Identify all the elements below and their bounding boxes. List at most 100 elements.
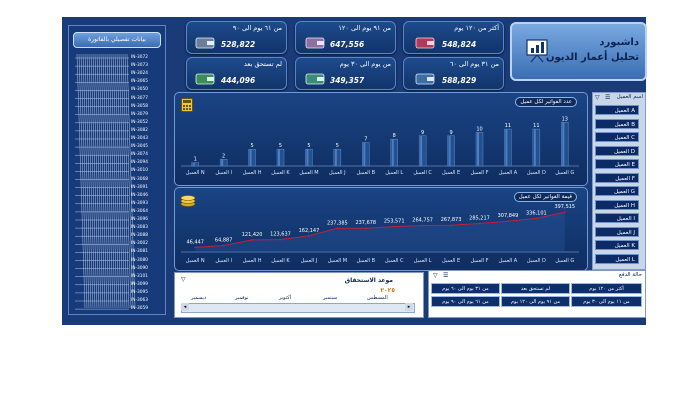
- count-data-label: 9: [421, 130, 424, 136]
- value-point[interactable]: [450, 224, 452, 227]
- invoice-item[interactable]: IN-3024: [131, 71, 148, 76]
- client-option[interactable]: العميل B: [595, 118, 639, 129]
- filter-icon: ▽: [595, 94, 600, 101]
- client-option[interactable]: العميل D: [595, 145, 639, 156]
- status-option[interactable]: من ٣١ يوم الى ٦٠ يوم: [431, 283, 500, 294]
- status-option[interactable]: من ٦١ يوم الى ٩٠ يوم: [431, 296, 500, 307]
- invoice-item[interactable]: IN-3073: [131, 63, 148, 68]
- value-point[interactable]: [478, 222, 481, 225]
- count-bar-highlight: [363, 142, 366, 166]
- count-bar-highlight: [562, 122, 565, 166]
- invoice-item[interactable]: IN-3088: [131, 233, 148, 238]
- month-label[interactable]: ديسمبر: [191, 295, 206, 301]
- scroll-left-button[interactable]: ◂: [181, 303, 189, 311]
- status-option[interactable]: لم تستحق بعد: [501, 283, 570, 294]
- count-category-label: العميل L: [385, 170, 403, 176]
- invoice-item[interactable]: IN-3079: [131, 112, 148, 117]
- count-data-label: 9: [449, 130, 452, 136]
- value-point[interactable]: [393, 225, 396, 228]
- client-option[interactable]: العميل K: [595, 240, 639, 250]
- invoice-item[interactable]: IN-3095: [131, 290, 148, 295]
- kpi-card: من ٦١ يوم الى ٩٠ 528,822: [186, 21, 287, 54]
- count-category-label: العميل G: [555, 170, 574, 176]
- invoice-item[interactable]: IN-3090: [131, 266, 148, 271]
- invoice-item[interactable]: IN-3093: [131, 201, 148, 206]
- invoice-item[interactable]: IN-3064: [131, 209, 148, 214]
- invoice-item[interactable]: IN-3068: [131, 177, 148, 182]
- count-data-label: 10: [476, 126, 482, 132]
- invoice-item[interactable]: IN-3058: [131, 104, 148, 109]
- invoice-item[interactable]: IN-3065: [131, 79, 148, 84]
- client-option[interactable]: العميل E: [595, 159, 639, 169]
- value-point[interactable]: [563, 211, 566, 214]
- invoice-item[interactable]: IN-3050: [131, 87, 148, 92]
- invoice-item[interactable]: IN-3101: [131, 274, 148, 279]
- month-label[interactable]: أكتوبر: [279, 295, 291, 301]
- value-point[interactable]: [535, 217, 538, 220]
- invoice-item[interactable]: IN-3059: [131, 306, 148, 311]
- count-category-label: العميل B: [357, 170, 376, 176]
- invoice-item[interactable]: IN-3074: [131, 152, 148, 157]
- value-point[interactable]: [194, 246, 197, 249]
- invoice-item[interactable]: IN-3063: [131, 298, 148, 303]
- client-option[interactable]: العميل G: [595, 186, 639, 196]
- invoice-item[interactable]: IN-3002: [131, 241, 148, 246]
- invoice-item[interactable]: IN-3045: [131, 144, 148, 149]
- client-option[interactable]: العميل I: [595, 213, 639, 223]
- month-label[interactable]: نوفمبر: [235, 295, 249, 301]
- value-point[interactable]: [364, 227, 367, 230]
- value-point[interactable]: [336, 227, 339, 230]
- count-category-label: العميل A: [499, 170, 518, 176]
- count-bar-highlight: [420, 135, 423, 166]
- month-label[interactable]: المسطس: [367, 295, 388, 301]
- due-date-title: موعد الاستحقاق: [344, 277, 393, 284]
- client-option[interactable]: العميل F: [595, 172, 639, 183]
- invoice-item[interactable]: IN-3072: [131, 55, 148, 60]
- invoice-item[interactable]: IN-3096: [131, 217, 148, 222]
- kpi-value: 588,829: [442, 76, 477, 85]
- invoice-item[interactable]: IN-3077: [131, 96, 148, 101]
- month-label[interactable]: سبتمبر: [323, 295, 337, 301]
- kpi-label: من ٦١ يوم الى ٩٠: [232, 24, 282, 32]
- invoice-item[interactable]: IN-3052: [131, 120, 148, 125]
- invoice-item[interactable]: IN-3081: [131, 249, 148, 254]
- invoice-item[interactable]: IN-3010: [131, 168, 148, 173]
- count-data-label: 5: [279, 143, 282, 149]
- wallet-icon: [195, 70, 215, 85]
- count-category-label: العميل K: [271, 170, 290, 176]
- invoice-item[interactable]: IN-3083: [131, 225, 148, 230]
- wallet-icon: [305, 34, 325, 49]
- count-bar-highlight: [278, 149, 280, 166]
- invoice-item[interactable]: IN-3082: [131, 128, 148, 133]
- value-point[interactable]: [251, 238, 253, 241]
- status-option[interactable]: أكثر من ١٢٠ يوم: [571, 283, 642, 294]
- client-option[interactable]: العميل J: [595, 226, 639, 237]
- value-point[interactable]: [421, 224, 424, 227]
- kpi-value: 444,096: [221, 76, 256, 85]
- client-option[interactable]: العميل C: [595, 132, 639, 142]
- status-option[interactable]: من ١١ يوم الى ٣٠ يوم: [571, 296, 642, 307]
- value-category-label: العميل F: [471, 258, 489, 264]
- count-category-label: العميل J: [329, 170, 346, 176]
- count-data-label: 5: [336, 143, 339, 149]
- kpi-card: من ٩١ يوم الى ١٢٠ 647,556: [295, 21, 396, 54]
- value-point[interactable]: [308, 234, 310, 237]
- value-point[interactable]: [507, 220, 509, 223]
- invoice-item[interactable]: IN-3094: [131, 160, 148, 165]
- scroll-right-button[interactable]: ▸: [405, 303, 413, 311]
- invoice-item[interactable]: IN-3046: [131, 193, 148, 198]
- count-category-label: العميل I: [215, 170, 232, 176]
- kpi-value: 647,556: [330, 40, 365, 49]
- count-data-label: 5: [250, 143, 253, 149]
- value-point[interactable]: [222, 244, 225, 247]
- invoice-item[interactable]: IN-3080: [131, 258, 148, 263]
- invoice-item[interactable]: IN-3091: [131, 185, 148, 190]
- value-point[interactable]: [279, 238, 282, 241]
- value-category-label: العميل J: [301, 258, 318, 264]
- client-option[interactable]: العميل H: [595, 199, 639, 210]
- invoice-item[interactable]: IN-3099: [131, 282, 148, 287]
- client-option[interactable]: العميل L: [595, 253, 639, 264]
- status-option[interactable]: من ٩١ يوم الى ١٢٠ يوم: [501, 296, 570, 307]
- client-option[interactable]: العميل A: [595, 105, 639, 115]
- invoice-item[interactable]: IN-3043: [131, 136, 148, 141]
